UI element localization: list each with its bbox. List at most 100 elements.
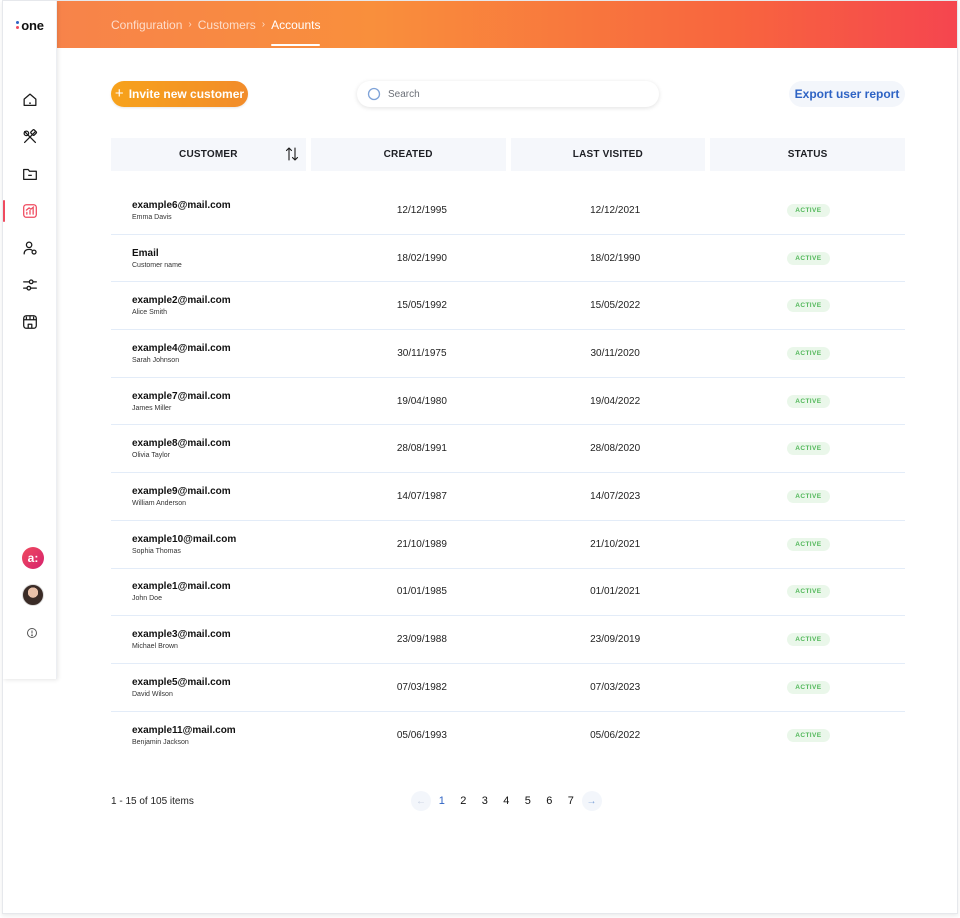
customer-cell: example9@mail.com William Anderson xyxy=(111,486,325,507)
store-icon xyxy=(23,314,37,329)
customer-email: example6@mail.com xyxy=(132,199,231,211)
sort-icon[interactable] xyxy=(284,146,300,162)
table-row[interactable]: example7@mail.com James Miller 19/04/1980… xyxy=(111,378,905,426)
status-cell: ACTIVE xyxy=(712,728,905,742)
created-cell: 28/08/1991 xyxy=(396,443,447,455)
arrow-left-icon[interactable]: ← xyxy=(411,791,431,811)
status-badge: ACTIVE xyxy=(787,346,830,360)
last-visited-cell: 28/08/2020 xyxy=(590,443,641,455)
column-header-status[interactable]: STATUS xyxy=(710,138,905,171)
last-visited-cell: 07/03/2023 xyxy=(590,681,641,693)
app-logo[interactable]: one xyxy=(3,1,57,49)
created-cell: 23/09/1988 xyxy=(396,634,447,646)
created-cell: 30/11/1975 xyxy=(397,347,447,359)
sliders-icon xyxy=(23,278,37,291)
page-7[interactable]: 7 xyxy=(560,795,582,807)
table-row[interactable]: example4@mail.com Sarah Johnson 30/11/197… xyxy=(111,330,905,378)
sidebar-item-store[interactable] xyxy=(3,303,57,340)
customer-cell: example3@mail.com Michael Brown xyxy=(111,629,325,650)
status-cell: ACTIVE xyxy=(712,537,905,551)
folder-icon xyxy=(23,168,37,180)
table-row[interactable]: example2@mail.com Alice Smith 15/05/1992 … xyxy=(111,282,905,331)
created-cell: 12/12/1995 xyxy=(396,204,447,216)
status-cell: ACTIVE xyxy=(712,394,905,408)
last-visited-cell: 12/12/2021 xyxy=(590,204,641,216)
search-icon xyxy=(367,87,381,101)
created-cell: 01/01/1985 xyxy=(396,586,447,598)
customer-cell: example11@mail.com Benjamin Jackson xyxy=(111,725,325,746)
logo-text: one xyxy=(21,17,44,33)
table-row[interactable]: example8@mail.com Olivia Taylor 28/08/199… xyxy=(111,425,905,474)
breadcrumb-customers[interactable]: Customers xyxy=(198,18,256,32)
customer-email: example10@mail.com xyxy=(132,533,237,545)
breadcrumb-configuration[interactable]: Configuration xyxy=(111,18,182,32)
search-box[interactable] xyxy=(357,81,659,107)
column-header-created[interactable]: CREATED xyxy=(310,138,506,171)
status-badge: ACTIVE xyxy=(787,442,830,456)
page-1[interactable]: 1 xyxy=(431,795,453,807)
sidebar-item-settings[interactable] xyxy=(3,266,57,303)
page-3[interactable]: 3 xyxy=(474,795,496,807)
customer-name: James Miller xyxy=(132,404,172,412)
created-cell: 21/10/1989 xyxy=(396,538,447,550)
user-avatar[interactable] xyxy=(22,584,44,606)
last-visited-cell: 18/02/1990 xyxy=(590,252,641,264)
last-visited-cell: 01/01/2021 xyxy=(590,586,641,598)
customer-cell: example4@mail.com Sarah Johnson xyxy=(111,343,325,364)
sidebar-item-tools[interactable] xyxy=(3,118,57,155)
help-icon[interactable] xyxy=(26,627,38,639)
customer-cell: example5@mail.com David Wilson xyxy=(111,677,325,698)
table-row[interactable]: example1@mail.com John Doe 01/01/1985 01/… xyxy=(111,569,905,617)
customer-name: Emma Davis xyxy=(132,213,172,221)
status-cell: ACTIVE xyxy=(712,251,905,265)
created-cell: 19/04/1980 xyxy=(396,395,447,407)
last-visited-cell: 21/10/2021 xyxy=(590,538,641,550)
column-header-last-visited[interactable]: LAST VISITED xyxy=(510,138,706,171)
logo-dots xyxy=(16,21,20,29)
customer-name: Benjamin Jackson xyxy=(132,738,189,746)
page-2[interactable]: 2 xyxy=(453,795,475,807)
invite-customer-button[interactable]: + Invite new customer xyxy=(111,81,248,107)
customer-cell: example1@mail.com John Doe xyxy=(111,581,325,602)
breadcrumb-accounts[interactable]: Accounts xyxy=(271,1,321,48)
export-report-button[interactable]: Export user report xyxy=(789,81,905,107)
table-row[interactable]: example9@mail.com William Anderson 14/07/… xyxy=(111,473,905,521)
sidebar-item-folder[interactable] xyxy=(3,155,57,192)
table-row[interactable]: example11@mail.com Benjamin Jackson 05/06… xyxy=(111,712,905,760)
last-visited-cell: 23/09/2019 xyxy=(590,634,641,646)
sidebar-item-home[interactable] xyxy=(3,81,57,118)
status-cell: ACTIVE xyxy=(712,299,905,313)
table-row[interactable]: example10@mail.com Sophia Thomas 21/10/19… xyxy=(111,521,905,569)
sidebar-item-users[interactable] xyxy=(3,229,57,266)
page-4[interactable]: 4 xyxy=(496,795,518,807)
customer-cell: Email Customer name xyxy=(111,248,325,269)
customer-cell: example8@mail.com Olivia Taylor xyxy=(111,438,325,459)
status-cell: ACTIVE xyxy=(712,442,905,456)
column-header-customer[interactable]: CUSTOMER xyxy=(111,138,306,171)
search-input[interactable] xyxy=(388,88,638,100)
page-6[interactable]: 6 xyxy=(539,795,561,807)
table-row[interactable]: example3@mail.com Michael Brown 23/09/198… xyxy=(111,616,905,664)
status-cell: ACTIVE xyxy=(712,680,905,694)
sidebar: one a: xyxy=(3,1,57,679)
account-badge[interactable]: a: xyxy=(22,547,44,569)
app-window: Configuration › Customers › Accounts one xyxy=(2,0,958,914)
table-row[interactable]: Email Customer name 18/02/1990 18/02/1990… xyxy=(111,235,905,283)
customer-email: example7@mail.com xyxy=(132,390,231,402)
table-row[interactable]: example5@mail.com David Wilson 07/03/1982… xyxy=(111,664,905,712)
customer-name: Customer name xyxy=(132,261,182,269)
customer-email: example5@mail.com xyxy=(132,676,231,688)
chevron-right-icon: › xyxy=(188,19,192,30)
created-cell: 18/02/1990 xyxy=(396,252,447,264)
status-badge: ACTIVE xyxy=(787,203,830,217)
created-cell: 15/05/1992 xyxy=(396,300,447,312)
table-header: CUSTOMER CREATED LAST VISITED STATUS xyxy=(111,138,905,171)
status-cell: ACTIVE xyxy=(712,346,905,360)
customer-name: Olivia Taylor xyxy=(132,452,170,460)
sidebar-item-analytics[interactable] xyxy=(3,192,57,229)
arrow-right-icon[interactable]: → xyxy=(581,791,602,811)
page-5[interactable]: 5 xyxy=(517,795,539,807)
status-badge: ACTIVE xyxy=(787,585,830,599)
table-row[interactable]: example6@mail.com Emma Davis 12/12/1995 1… xyxy=(111,187,905,235)
table-body: example6@mail.com Emma Davis 12/12/1995 1… xyxy=(111,187,905,759)
